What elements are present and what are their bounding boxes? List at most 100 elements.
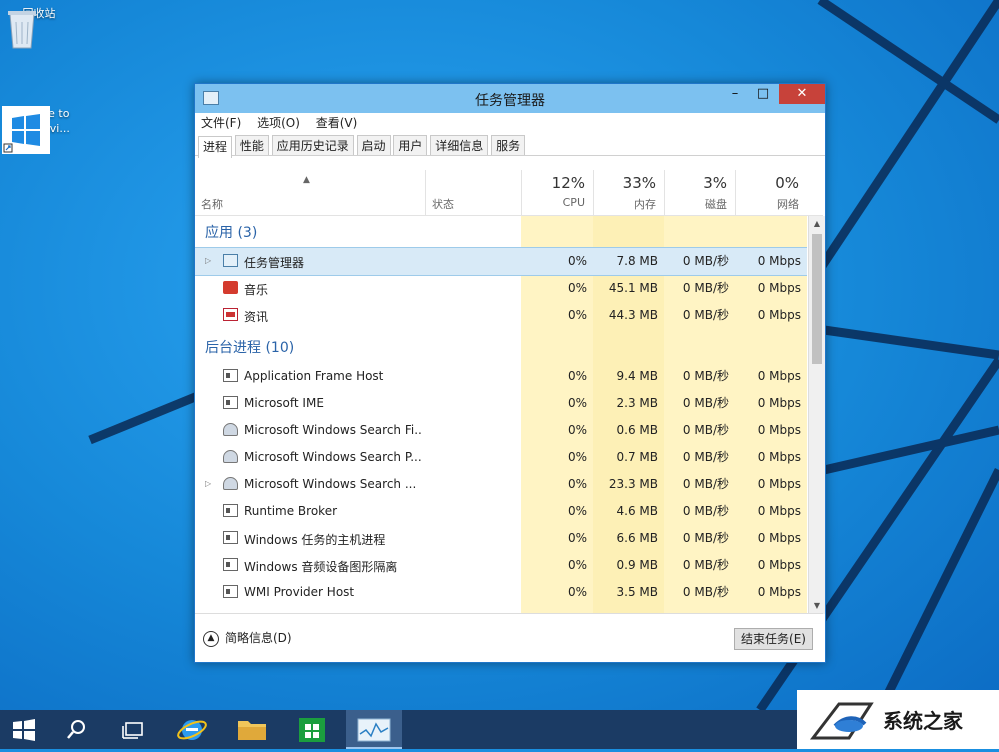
task-manager-taskbar-button[interactable] [346,710,402,749]
start-icon [13,719,35,741]
search-user-icon [223,450,238,463]
process-row[interactable]: WMI Provider Host 0% 3.5 MB 0 MB/秒 0 Mbps [195,579,807,606]
cpu-value: 0% [567,254,587,268]
expand-chevron-icon[interactable]: ▷ [205,479,211,488]
process-row[interactable]: 音乐 0% 45.1 MB 0 MB/秒 0 Mbps [195,275,807,302]
memory-value: 0.9 MB [616,558,658,572]
tab-services[interactable]: 服务 [491,135,526,155]
ie-icon [177,720,207,740]
process-row[interactable]: 资讯 0% 44.3 MB 0 MB/秒 0 Mbps [195,302,807,329]
store-button[interactable] [288,710,336,749]
column-status[interactable]: 状态 [425,170,521,215]
process-name: WMI Provider Host [244,585,355,599]
end-task-button[interactable]: 结束任务(E) [734,628,813,650]
footer-bar: ▲ 简略信息(D) 结束任务(E) [195,613,823,662]
memory-value: 9.4 MB [616,369,658,383]
disk-total: 3% [703,174,727,192]
process-row[interactable]: Microsoft IME 0% 2.3 MB 0 MB/秒 0 Mbps [195,390,807,417]
process-name: 资讯 [244,310,269,324]
internet-explorer-button[interactable] [168,710,216,749]
menu-bar: 文件(F) 选项(O) 查看(V) [195,113,825,133]
app-window-icon [223,558,238,571]
column-disk[interactable]: 3% 磁盘 [664,170,735,215]
fewer-details-link[interactable]: ▲ 简略信息(D) [203,629,292,647]
close-button[interactable]: ✕ [779,84,825,104]
recycle-bin-icon [8,11,36,49]
memory-value: 23.3 MB [608,477,658,491]
tab-users[interactable]: 用户 [393,135,428,155]
desktop-icon-recycle-bin[interactable]: 回收站 [4,6,74,49]
process-row[interactable]: Microsoft Windows Search Fi... 0% 0.6 MB 0 … [195,417,807,444]
cpu-total: 12% [551,174,585,192]
menu-options[interactable]: 选项(O) [257,116,300,130]
process-row[interactable]: ▷ 任务管理器 0% 7.8 MB 0 MB/秒 0 Mbps [195,247,807,276]
scroll-up-icon[interactable]: ▲ [809,216,825,232]
cpu-value: 0% [567,450,587,464]
group-title: 应用 (3) [205,225,258,241]
disk-value: 0 MB/秒 [682,281,729,295]
disk-value: 0 MB/秒 [682,308,729,322]
menu-file[interactable]: 文件(F) [201,116,241,130]
cpu-value: 0% [567,504,587,518]
search-button[interactable] [52,710,100,749]
task-view-button[interactable] [110,710,158,749]
tab-processes[interactable]: 进程 [198,136,233,158]
watermark: 系统之家 [797,690,999,749]
process-name: 任务管理器 [244,256,305,270]
column-status-label: 状态 [432,198,454,211]
disk-value: 0 MB/秒 [682,531,729,545]
tab-startup[interactable]: 启动 [356,135,391,155]
disk-value: 0 MB/秒 [682,369,729,383]
column-network[interactable]: 0% 网络 [735,170,807,215]
memory-value: 0.7 MB [616,450,658,464]
tab-app-history[interactable]: 应用历史记录 [271,135,354,155]
network-value: 0 Mbps [757,531,801,545]
disk-value: 0 MB/秒 [682,585,729,599]
tab-performance[interactable]: 性能 [234,135,269,155]
app-window-icon [223,585,238,598]
process-row[interactable]: Windows 任务的主机进程 0% 6.6 MB 0 MB/秒 0 Mbps [195,525,807,552]
cpu-value: 0% [567,369,587,383]
cpu-value: 0% [567,423,587,437]
cpu-value: 0% [567,531,587,545]
process-row[interactable]: ▷ Microsoft Windows Search ... 0% 23.3 MB 0 … [195,471,807,498]
network-value: 0 Mbps [757,369,801,383]
process-row[interactable]: Microsoft Windows Search P... 0% 0.7 MB 0 M… [195,444,807,471]
network-value: 0 Mbps [757,254,801,268]
menu-view[interactable]: 查看(V) [316,116,358,130]
file-explorer-icon [238,721,266,740]
memory-value: 6.6 MB [616,531,658,545]
app-window-icon [223,396,238,409]
column-cpu[interactable]: 12% CPU [521,170,593,215]
scroll-thumb[interactable] [812,234,822,364]
vertical-scrollbar[interactable]: ▲ ▼ [808,216,825,614]
cpu-value: 0% [567,477,587,491]
title-bar[interactable]: 任务管理器 – □ ✕ [195,84,825,113]
memory-value: 4.6 MB [616,504,658,518]
group-header: 后台进程 (10) [195,331,807,358]
start-button[interactable] [0,710,48,749]
column-memory[interactable]: 33% 内存 [593,170,664,215]
file-explorer-button[interactable] [228,710,276,749]
cpu-value: 0% [567,281,587,295]
network-value: 0 Mbps [757,450,801,464]
minimize-button[interactable]: – [721,84,749,104]
process-name: Runtime Broker [244,504,338,518]
maximize-button[interactable]: □ [749,84,777,104]
expand-chevron-icon[interactable]: ▷ [205,256,211,265]
fewer-details-label: 简略信息(D) [225,631,292,645]
scroll-down-icon[interactable]: ▼ [809,598,825,614]
network-value: 0 Mbps [757,585,801,599]
process-row[interactable]: Windows 音频设备图形隔离 0% 0.9 MB 0 MB/秒 0 Mbps [195,552,807,579]
process-row[interactable]: Runtime Broker 0% 4.6 MB 0 MB/秒 0 Mbps [195,498,807,525]
sort-ascending-icon: ▲ [303,175,310,185]
process-row[interactable]: Application Frame Host 0% 9.4 MB 0 MB/秒 0 Mb… [195,363,807,390]
cpu-value: 0% [567,308,587,322]
network-value: 0 Mbps [757,281,801,295]
process-list: 应用 (3) ▷ 任务管理器 0% 7.8 MB 0 MB/秒 0 Mbps 音乐 0% 45.1… [195,216,807,614]
desktop-icon-welcome[interactable]: Welcome to Tech Previ... [2,106,72,154]
process-name: Microsoft Windows Search ... [244,477,417,491]
column-name[interactable]: ▲ 名称 [195,170,425,215]
tab-details[interactable]: 详细信息 [430,135,489,155]
cpu-value: 0% [567,585,587,599]
